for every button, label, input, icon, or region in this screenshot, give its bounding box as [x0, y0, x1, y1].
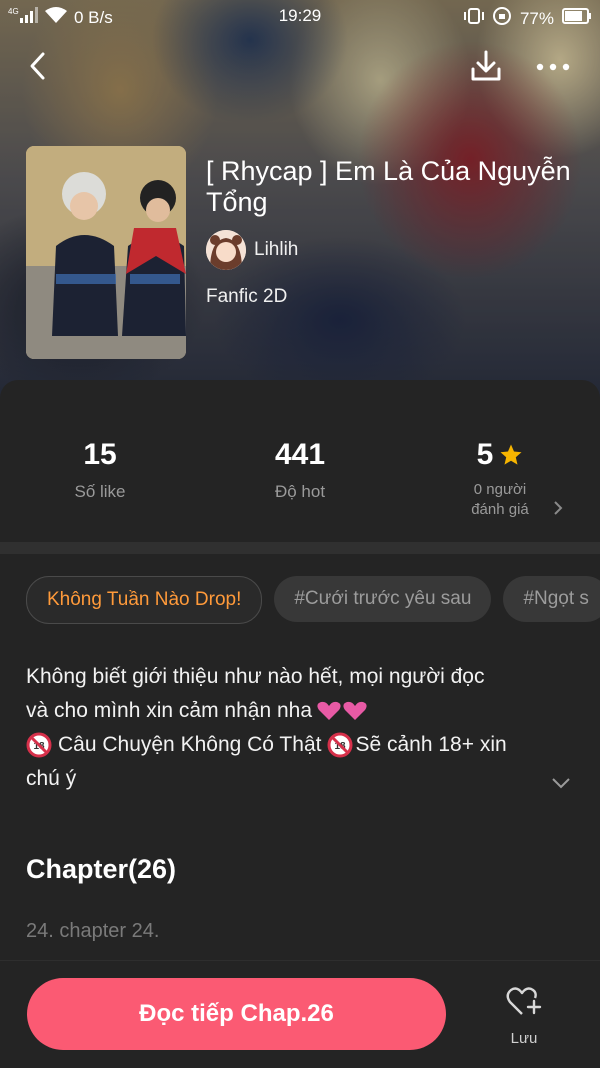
more-dots-icon — [536, 63, 570, 71]
battery-percent: 77% — [519, 8, 554, 28]
battery-icon — [562, 8, 592, 29]
story-genre: Fanfic 2D — [206, 286, 288, 307]
continue-reading-button[interactable]: Đọc tiếp Chap.26 — [27, 978, 446, 1050]
author-name[interactable]: Lihlih — [254, 239, 298, 261]
hearts-icon — [317, 701, 367, 720]
stats-row: 15 Số like 441 Độ hot 5 0 người đánh giá — [0, 438, 600, 528]
likes-stat: 15 Số like — [20, 438, 180, 502]
chapter-list-item[interactable]: 24. chapter 24. — [26, 920, 159, 943]
story-description: Không biết giới thiệu như nào hết, mọi n… — [26, 660, 556, 796]
description-line: Câu Chuyện Không Có Thật — [58, 733, 322, 756]
story-title: [ Rhycap ] Em Là Của Nguyễn Tổng — [206, 156, 571, 217]
likes-label: Số like — [74, 482, 126, 501]
save-label: Lưu — [510, 1030, 538, 1047]
story-info: [ Rhycap ] Em Là Của Nguyễn Tổng Lihlih … — [206, 156, 576, 308]
download-icon — [471, 50, 501, 81]
hot-stat: 441 Độ hot — [220, 438, 380, 502]
bottom-action-bar: Đọc tiếp Chap.26 Lưu — [0, 960, 600, 1068]
tag-chip[interactable]: #Cưới trước yêu sau — [274, 576, 492, 622]
heart-add-icon — [506, 987, 542, 1015]
likes-count: 15 — [83, 438, 117, 471]
description-line: và cho mình xin cảm nhận nha — [26, 699, 313, 722]
rating-count-label: 0 người — [473, 481, 527, 498]
description-line: Không biết giới thiệu như nào hết, mọi n… — [26, 665, 485, 688]
description-line: Sẽ cảnh 18+ xin — [355, 733, 507, 756]
expand-description-chevron-down-icon[interactable] — [551, 776, 571, 790]
top-bar — [0, 44, 600, 88]
rating-value: 5 — [476, 438, 494, 471]
no-under-18-icon: 18 — [327, 732, 353, 758]
vibrate-icon — [463, 7, 484, 30]
description-line: chú ý — [26, 767, 77, 790]
section-divider — [0, 542, 600, 554]
hot-count: 441 — [274, 438, 326, 471]
story-cover-image — [26, 146, 186, 359]
status-bar: 4G 0 B/s 19:29 77% — [0, 0, 600, 32]
download-button[interactable] — [466, 46, 506, 86]
star-icon — [500, 444, 522, 465]
tag-chip[interactable]: #Ngọt s — [503, 576, 600, 622]
tag-chip[interactable]: Không Tuần Nào Drop! — [26, 576, 263, 624]
tag-list: Không Tuần Nào Drop! #Cưới trước yêu sau… — [26, 576, 600, 624]
chevron-right-icon — [554, 501, 563, 515]
author-row[interactable]: Lihlih — [206, 230, 576, 270]
hot-label: Độ hot — [274, 482, 326, 501]
rotation-lock-icon — [492, 6, 512, 31]
no-under-18-icon: 18 — [26, 732, 52, 758]
more-button[interactable] — [534, 50, 572, 84]
save-button[interactable]: Lưu — [494, 985, 554, 1047]
author-avatar — [206, 230, 246, 270]
chapter-heading: Chapter(26) — [26, 854, 177, 884]
chevron-left-icon — [30, 52, 45, 80]
back-button[interactable] — [22, 48, 52, 84]
